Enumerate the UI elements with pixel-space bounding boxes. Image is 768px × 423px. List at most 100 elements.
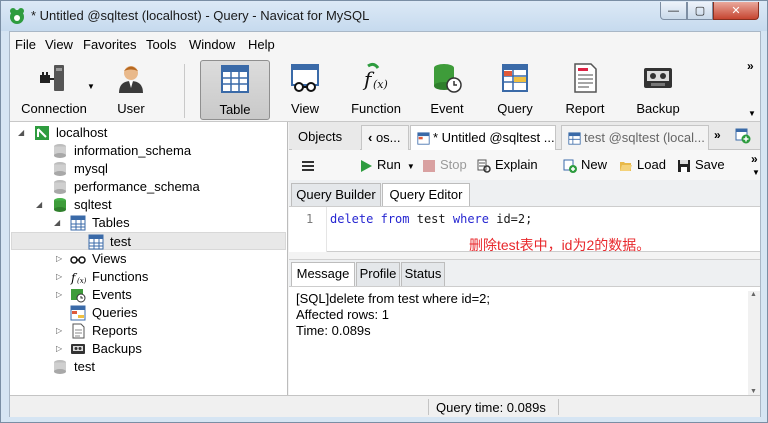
query-toolbar-customize-icon[interactable]: ▼ [752, 168, 760, 177]
tab-message[interactable]: Message [291, 262, 355, 287]
new-icon [563, 159, 577, 173]
load-button[interactable]: Load [619, 156, 666, 174]
tree-node-table-test[interactable]: test [11, 232, 286, 250]
run-dropdown-icon[interactable]: ▼ [407, 162, 415, 171]
scroll-down-icon[interactable]: ▼ [750, 388, 757, 395]
scroll-up-icon[interactable]: ▲ [750, 291, 757, 298]
tree-node-backups[interactable]: ▷ Backups [16, 340, 266, 358]
line-number: 1 [306, 212, 314, 226]
message-line: Affected rows: 1 [296, 307, 389, 322]
menu-view[interactable]: View [45, 37, 73, 52]
expand-arrow-icon[interactable]: ▷ [56, 286, 66, 304]
tab-query-editor[interactable]: Query Editor [382, 183, 470, 207]
connection-dropdown-icon[interactable]: ▼ [87, 82, 95, 91]
tab-previous[interactable]: ‹ os... [361, 125, 409, 150]
tree-label: test [74, 359, 95, 374]
collapse-arrow-icon[interactable]: ◢ [54, 214, 64, 232]
tree-node-tables[interactable]: ◢ Tables [16, 214, 266, 232]
tree-node-mysql[interactable]: mysql [16, 160, 266, 178]
connection-tree: ◢ localhost information_schema mysql per… [10, 122, 288, 395]
close-button[interactable]: ✕ [713, 2, 759, 20]
maximize-button[interactable]: ▢ [687, 2, 713, 20]
tree-node-test-db[interactable]: test [16, 358, 266, 376]
tree-label: sqltest [74, 197, 112, 212]
minimize-button[interactable]: — [660, 2, 687, 20]
sql-code-line[interactable]: delete from test where id=2; [330, 212, 532, 226]
run-play-icon [361, 159, 372, 172]
sql-editor[interactable]: 1 delete from test where id=2; 删除test表中，… [289, 206, 760, 253]
queries-icon [70, 305, 86, 321]
save-button[interactable]: Save [677, 156, 725, 174]
sql-identifier: test [416, 212, 446, 226]
report-icon [574, 63, 597, 93]
menu-window[interactable]: Window [189, 37, 235, 52]
message-panel: [SQL]delete from test where id=2; Affect… [289, 286, 760, 395]
message-line: [SQL]delete from test where id=2; [296, 291, 491, 306]
menu-bar: File View Favorites Tools Window Help [10, 32, 760, 56]
tree-node-functions[interactable]: ▷ f (x) Functions [16, 268, 266, 286]
tab-test-label: test @sqltest (local... [584, 130, 705, 145]
table-button[interactable]: Table [200, 60, 270, 120]
main-toolbar: Connection ▼ User Table View f (x) Funct… [10, 56, 760, 122]
backup-button[interactable]: Backup [628, 60, 688, 120]
pane-splitter[interactable] [289, 252, 760, 260]
expand-arrow-icon[interactable]: ▷ [56, 340, 66, 358]
menu-file[interactable]: File [15, 37, 36, 52]
tree-node-queries[interactable]: Queries [16, 304, 266, 322]
new-query-button[interactable]: New [563, 156, 607, 174]
menu-tools[interactable]: Tools [146, 37, 176, 52]
collapse-arrow-icon[interactable]: ◢ [36, 196, 46, 214]
database-icon [54, 162, 66, 176]
tree-label: Functions [92, 269, 149, 284]
user-icon [119, 66, 143, 93]
event-label: Event [430, 101, 464, 116]
view-button[interactable]: View [280, 60, 330, 120]
tree-label: Backups [92, 341, 142, 356]
stop-button[interactable]: Stop [422, 156, 467, 174]
explain-button[interactable]: Explain [477, 156, 538, 174]
save-disk-icon [678, 159, 690, 172]
tab-untitled-query[interactable]: * Untitled @sqltest ... [410, 125, 556, 151]
query-button[interactable]: Query [488, 60, 542, 120]
collapse-arrow-icon[interactable]: ◢ [18, 124, 28, 142]
table-icon [88, 234, 104, 250]
user-button[interactable]: User [106, 60, 156, 120]
tree-node-events[interactable]: ▷ Events [16, 286, 266, 304]
query-toolbar-overflow-button[interactable]: » [751, 152, 758, 166]
tree-node-sqltest[interactable]: ◢ sqltest [16, 196, 266, 214]
sql-keyword: where [452, 212, 489, 226]
expand-arrow-icon[interactable]: ▷ [56, 322, 66, 340]
tab-test-table[interactable]: test @sqltest (local... [561, 125, 709, 150]
svg-text:(x): (x) [373, 78, 388, 91]
tree-node-views[interactable]: ▷ Views [16, 250, 266, 268]
run-button[interactable]: Run ▼ [359, 156, 415, 174]
status-bar: Query time: 0.089s [10, 395, 760, 417]
toolbar-customize-icon[interactable]: ▼ [748, 109, 756, 118]
menu-favorites[interactable]: Favorites [83, 37, 136, 52]
tab-query-builder[interactable]: Query Builder [291, 183, 381, 206]
tab-status[interactable]: Status [401, 262, 445, 286]
menu-help[interactable]: Help [248, 37, 275, 52]
tree-node-reports[interactable]: ▷ Reports [16, 322, 266, 340]
scroll-left-icon[interactable]: ‹ [368, 130, 376, 145]
connection-button[interactable]: Connection [14, 60, 94, 120]
stop-icon [423, 159, 435, 172]
vertical-scrollbar[interactable]: ▲ ▼ [748, 291, 760, 395]
table-icon [221, 65, 249, 93]
new-tab-icon[interactable] [735, 128, 751, 144]
tab-objects[interactable]: Objects [292, 125, 360, 150]
report-button[interactable]: Report [558, 60, 612, 120]
expand-arrow-icon[interactable]: ▷ [56, 268, 66, 286]
toolbar-overflow-button[interactable]: » [747, 59, 754, 73]
tab-overflow-button[interactable]: » [714, 128, 721, 142]
hamburger-menu-icon[interactable] [301, 156, 315, 174]
tree-node-information-schema[interactable]: information_schema [16, 142, 266, 160]
function-button[interactable]: f (x) Function [344, 60, 408, 120]
event-button[interactable]: Event [422, 60, 472, 120]
tree-node-localhost[interactable]: ◢ localhost [16, 124, 266, 142]
explain-label: Explain [495, 157, 538, 172]
tab-profile[interactable]: Profile [356, 262, 400, 286]
tree-node-performance-schema[interactable]: performance_schema [16, 178, 266, 196]
expand-arrow-icon[interactable]: ▷ [56, 250, 66, 268]
table-label: Table [219, 102, 251, 117]
